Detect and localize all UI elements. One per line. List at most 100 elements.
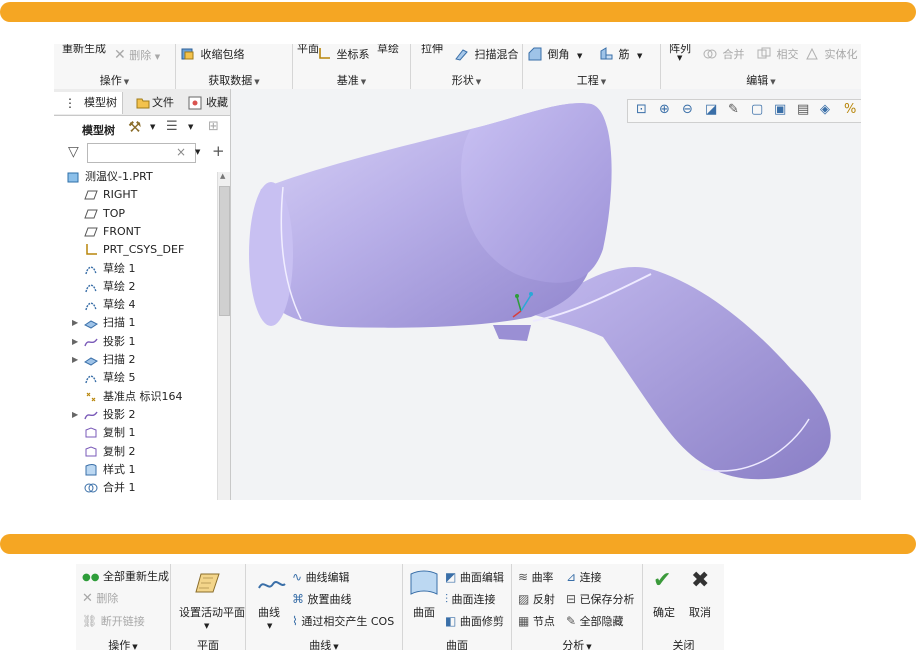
cos-from-intersection-button[interactable]: ⌇ 通过相交产生 COS bbox=[292, 612, 394, 630]
tree-item[interactable]: 测温仪-1.PRT bbox=[54, 168, 214, 186]
scroll-up-icon[interactable]: ▲ bbox=[220, 172, 225, 180]
regenerate-all-button[interactable]: ●● 全部重新生成 bbox=[82, 568, 169, 586]
graphics-viewport[interactable]: ⊡ ⊕ ⊖ ◪ ✎ ▢ ▣ ▤ ◈ % bbox=[231, 89, 861, 500]
ribbon-group-label[interactable]: 工程 ▼ bbox=[523, 72, 660, 88]
rib-button[interactable]: 筋 ▼ bbox=[599, 47, 642, 63]
tree-item-label: PRT_CSYS_DEF bbox=[103, 243, 185, 257]
tree-item[interactable]: 草绘 1 bbox=[54, 260, 214, 278]
curvature-button[interactable]: ≋ 曲率 bbox=[518, 568, 554, 586]
filter-icon[interactable]: ▽ bbox=[68, 144, 79, 160]
place-curve-button[interactable]: ⌘ 放置曲线 bbox=[292, 590, 352, 608]
regenerate-button[interactable]: 重新生成 bbox=[62, 44, 106, 56]
tree-item[interactable]: RIGHT bbox=[54, 186, 214, 204]
tree-item[interactable]: 基准点 标识164 bbox=[54, 388, 214, 406]
curve-button[interactable]: 曲线 bbox=[258, 604, 280, 622]
tab-files[interactable]: 文件 bbox=[130, 92, 182, 114]
expand-arrow-icon[interactable]: ▶ bbox=[72, 406, 78, 424]
ribbon-group-label[interactable]: 曲面 bbox=[403, 637, 511, 650]
delete-button[interactable]: ✕ 删除 ▼ bbox=[114, 47, 160, 63]
connection-button[interactable]: ⊿ 连接 bbox=[566, 568, 602, 586]
show-list-icon[interactable]: ☰ bbox=[166, 119, 178, 134]
datum-plane-button[interactable]: 平面 bbox=[297, 44, 319, 56]
tree-item[interactable]: PRT_CSYS_DEF bbox=[54, 241, 214, 259]
thermometer-model[interactable] bbox=[231, 89, 861, 500]
node-button[interactable]: ▦ 节点 bbox=[518, 612, 555, 630]
sweep-icon bbox=[84, 320, 98, 329]
ribbon-group-operations: 重新生成 ✕ 删除 ▼ 操作 ▼ bbox=[54, 44, 176, 89]
expand-arrow-icon[interactable]: ▶ bbox=[72, 351, 78, 369]
ribbon-group-get-data: 收缩包络 获取数据 ▼ bbox=[176, 44, 293, 89]
shrinkwrap-icon bbox=[181, 48, 194, 60]
tree-item[interactable]: ▶ 扫描 1 bbox=[54, 314, 214, 332]
tree-item[interactable]: ▶ 投影 1 bbox=[54, 333, 214, 351]
ribbon-group-label[interactable]: 关闭 bbox=[643, 637, 724, 650]
ribbon-group-label[interactable]: 形状 ▼ bbox=[411, 72, 522, 88]
tree-columns-icon[interactable]: ⊞ bbox=[208, 119, 219, 134]
hide-all-button[interactable]: ✎ 全部隐藏 bbox=[566, 612, 624, 630]
delete-icon: ✕ bbox=[114, 47, 126, 63]
tree-item[interactable]: ▶ 扫描 2 bbox=[54, 351, 214, 369]
sketch-button[interactable]: 草绘 bbox=[377, 44, 399, 56]
ribbon-group-label[interactable]: 操作 ▼ bbox=[54, 72, 175, 88]
chevron-down-icon[interactable]: ▼ bbox=[150, 123, 155, 131]
scrollbar-thumb[interactable] bbox=[219, 186, 230, 316]
regenerate-icon: ●● bbox=[82, 572, 100, 583]
set-active-plane-button[interactable]: 设置活动平面 bbox=[179, 604, 245, 622]
tree-item-label: 复制 2 bbox=[103, 444, 136, 458]
swept-blend-button[interactable]: 扫描混合 bbox=[455, 47, 519, 63]
ribbon-group-label[interactable]: 基准 ▼ bbox=[293, 72, 410, 88]
tree-item[interactable]: 草绘 2 bbox=[54, 278, 214, 296]
clear-search-icon[interactable]: × bbox=[176, 145, 186, 159]
cancel-button[interactable]: 取消 bbox=[689, 604, 711, 622]
surface-edit-icon: ◩ bbox=[445, 570, 457, 584]
shrinkwrap-button[interactable]: 收缩包络 bbox=[181, 47, 245, 63]
tree-scrollbar[interactable]: ▲ bbox=[217, 172, 230, 500]
tab-model-tree[interactable]: ⋮ 模型树 bbox=[54, 92, 123, 114]
active-plane-icon bbox=[195, 573, 220, 593]
add-filter-icon[interactable]: + bbox=[212, 142, 225, 160]
ok-button[interactable]: 确定 bbox=[653, 604, 675, 622]
ribbon-group-label[interactable]: 平面 bbox=[171, 637, 245, 650]
tree-item[interactable]: 草绘 5 bbox=[54, 369, 214, 387]
chevron-down-icon[interactable]: ▼ bbox=[188, 123, 193, 131]
ribbon-group-label[interactable]: 曲线 ▼ bbox=[246, 637, 402, 650]
saved-analysis-button[interactable]: ⊟ 已保存分析 bbox=[566, 590, 635, 608]
tree-item[interactable]: 草绘 4 bbox=[54, 296, 214, 314]
chevron-down-icon[interactable]: ▼ bbox=[195, 148, 200, 156]
curve-edit-button[interactable]: ∿ 曲线编辑 bbox=[292, 568, 350, 586]
surface-connect-button[interactable]: ⫶ 曲面连接 bbox=[445, 590, 496, 608]
chamfer-button[interactable]: 倒角 ▼ bbox=[528, 47, 582, 63]
surface-button[interactable]: 曲面 bbox=[413, 604, 435, 622]
tree-label[interactable]: 模型树 bbox=[82, 122, 115, 138]
tree-item[interactable]: 样式 1 bbox=[54, 461, 214, 479]
coordinate-system-button[interactable]: 坐标系 bbox=[317, 47, 370, 63]
merge-button[interactable]: 合并 bbox=[703, 47, 745, 63]
ribbon-group-label[interactable]: 分析 ▼ bbox=[512, 637, 642, 650]
chevron-down-icon[interactable]: ▼ bbox=[204, 622, 209, 630]
delete-button[interactable]: ✕ 删除 bbox=[82, 590, 118, 608]
tree-item[interactable]: TOP bbox=[54, 205, 214, 223]
tree-item[interactable]: 复制 1 bbox=[54, 424, 214, 442]
tree-item[interactable]: 合并 1 bbox=[54, 479, 214, 497]
tree-item[interactable]: FRONT bbox=[54, 223, 214, 241]
chevron-down-icon[interactable]: ▼ bbox=[267, 622, 272, 630]
extrude-button[interactable]: 拉伸 bbox=[421, 44, 443, 56]
ribbon-group-label[interactable]: 编辑 ▼ bbox=[661, 72, 861, 88]
ribbon-group-label[interactable]: 获取数据 ▼ bbox=[176, 72, 292, 88]
expand-arrow-icon[interactable]: ▶ bbox=[72, 314, 78, 332]
ribbon-group-datum: 平面 草绘 坐标系 基准 ▼ bbox=[293, 44, 411, 89]
settings-icon[interactable]: ⚒ bbox=[128, 118, 141, 136]
surface-trim-button[interactable]: ◧ 曲面修剪 bbox=[445, 612, 504, 630]
solidify-button[interactable]: 实体化 bbox=[805, 47, 858, 63]
tree-item-label: 复制 1 bbox=[103, 426, 136, 440]
tree-item[interactable]: ▶ 投影 2 bbox=[54, 406, 214, 424]
ribbon-group-label[interactable]: 操作 ▼ bbox=[76, 637, 170, 650]
tree-item[interactable]: 复制 2 bbox=[54, 443, 214, 461]
break-link-button[interactable]: ⛓ 断开链接 bbox=[82, 612, 145, 630]
tree-item-label: 测温仪-1.PRT bbox=[85, 170, 153, 183]
tab-favorites[interactable]: 收藏 bbox=[184, 92, 230, 114]
reflection-button[interactable]: ▨ 反射 bbox=[518, 590, 555, 608]
expand-arrow-icon[interactable]: ▶ bbox=[72, 333, 78, 351]
surface-edit-button[interactable]: ◩ 曲面编辑 bbox=[445, 568, 504, 586]
intersect-button[interactable]: 相交 bbox=[757, 47, 799, 63]
